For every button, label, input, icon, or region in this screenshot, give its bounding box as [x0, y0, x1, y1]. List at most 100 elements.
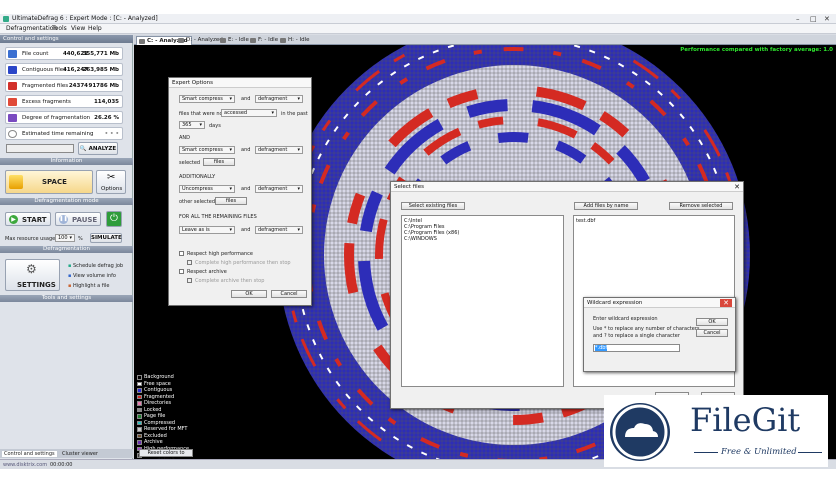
expert-options-dialog: Expert Options Smart compress and defrag…: [168, 77, 312, 306]
days-input[interactable]: 365: [179, 121, 205, 129]
simulate-button[interactable]: SIMULATE: [90, 233, 122, 243]
wildcard-input[interactable]: *.dbf: [593, 344, 680, 352]
highlight-link[interactable]: ▪ Highlight a file: [68, 283, 109, 289]
cloud-logo: [610, 403, 670, 461]
respect-hp-checkbox[interactable]: [179, 251, 184, 256]
maximize-icon[interactable]: □: [810, 15, 817, 23]
drive-icon: [250, 38, 256, 43]
options-label: Options: [101, 186, 123, 192]
list-item[interactable]: test.dbf: [574, 218, 734, 224]
schedule-link[interactable]: ▪ Schedule defrag job: [68, 263, 123, 269]
tab-cluster-viewer[interactable]: Cluster viewer: [62, 451, 98, 457]
accessed-select[interactable]: accessed: [221, 109, 277, 117]
select-existing-button[interactable]: Select existing files: [401, 202, 465, 210]
complete-hp-checkbox[interactable]: [187, 260, 192, 265]
stat-degree: Degree of fragmentation 26.26 %: [5, 111, 123, 124]
and-label: and: [241, 147, 251, 153]
close-icon[interactable]: ✕: [720, 299, 732, 307]
and-label: and: [241, 227, 251, 233]
defrag-select-2[interactable]: defragment: [255, 146, 303, 154]
power-button[interactable]: ⏻: [106, 211, 122, 227]
percent-label: %: [78, 236, 83, 242]
volume-info-link[interactable]: ▪ View volume info: [68, 273, 116, 279]
watermark-tagline: Free & Unlimited: [721, 447, 797, 457]
respect-archive-label: Respect archive: [187, 269, 227, 275]
status-link[interactable]: www.disktrix.com: [3, 462, 47, 468]
select-files-dialog: Select files ✕ Select existing files Add …: [390, 181, 744, 409]
options-button[interactable]: ✂ Options: [96, 170, 126, 194]
stat-size: 91786 Mb: [88, 83, 119, 89]
action-select-1[interactable]: Smart compress: [179, 95, 235, 103]
search-icon: 🔍: [79, 146, 87, 152]
fragmented-icon: [8, 82, 17, 90]
max-resource-label: Max resource usage:: [5, 236, 57, 242]
existing-files-list[interactable]: C:\Intel C:\Program Files C:\Program Fil…: [401, 215, 564, 387]
mode-footer: Defragmentation mode: [0, 198, 133, 205]
stat-label: File count: [22, 51, 49, 57]
schedule-label: Schedule defrag job: [72, 263, 124, 269]
defrag-select-4[interactable]: defragment: [255, 226, 303, 234]
expert-cancel-button[interactable]: Cancel: [271, 290, 307, 298]
complete-archive-label: Complete archive then stop: [195, 278, 265, 284]
defrag-select-1[interactable]: defragment: [255, 95, 303, 103]
action-select-3[interactable]: Uncompress: [179, 185, 235, 193]
wildcard-value: *.dbf: [595, 345, 608, 351]
settings-label: SETTINGS: [17, 281, 56, 289]
action-select-2[interactable]: Smart compress: [179, 146, 235, 154]
wildcard-cancel-button[interactable]: Cancel: [696, 329, 728, 337]
respect-hp-label: Respect high performance: [187, 251, 253, 257]
close-icon[interactable]: ✕: [824, 15, 830, 23]
file-count-icon: [8, 50, 17, 58]
list-item[interactable]: C:\WINDOWS: [402, 236, 563, 242]
tab-label: E: - Idle: [228, 37, 249, 43]
selected-files-button[interactable]: files: [203, 158, 235, 166]
tab-control-settings[interactable]: Control and settings: [2, 451, 57, 457]
window-title: UltimateDefrag 6 : Expert Mode : [C: - A…: [12, 15, 158, 22]
respect-archive-checkbox[interactable]: [179, 269, 184, 274]
stat-estimated: Estimated time remaining • • •: [5, 127, 123, 140]
start-button[interactable]: ▶ START: [5, 212, 51, 226]
menu-help[interactable]: Help: [88, 25, 102, 32]
stat-value: 26.26 %: [94, 115, 119, 121]
menu-defragmentation[interactable]: Defragmentation: [6, 25, 57, 32]
action-select-4[interactable]: Leave as is: [179, 226, 235, 234]
space-mode-button[interactable]: SPACE: [5, 170, 93, 194]
remove-selected-button[interactable]: Remove selected: [669, 202, 733, 210]
gear-icon: ⚙: [26, 262, 37, 276]
complete-archive-checkbox[interactable]: [187, 278, 192, 283]
expert-ok-button[interactable]: OK: [231, 290, 267, 298]
settings-button[interactable]: ⚙ SETTINGS: [5, 259, 60, 291]
tab-drive-f[interactable]: F: - Idle: [248, 36, 281, 45]
pause-icon: ❚❚: [59, 215, 68, 224]
analyze-label: ANALYZE: [88, 146, 117, 152]
analyze-button[interactable]: 🔍 ANALYZE: [78, 142, 118, 155]
information-footer: Information: [0, 158, 133, 165]
title-bar: UltimateDefrag 6 : Expert Mode : [C: - A…: [0, 14, 836, 24]
expert-options-titlebar: Expert Options: [169, 78, 311, 88]
add-by-name-button[interactable]: Add files by name: [574, 202, 638, 210]
remaining-heading: FOR ALL THE REMAINING FILES: [179, 214, 257, 220]
stat-label: Estimated time remaining: [22, 131, 94, 137]
calendar-icon: ▪: [68, 263, 72, 269]
minimize-icon[interactable]: –: [796, 15, 800, 23]
days-label: days: [209, 123, 221, 129]
and-heading: AND: [179, 135, 191, 141]
close-icon[interactable]: ✕: [734, 183, 740, 191]
tab-drive-h[interactable]: H: - Idle: [278, 36, 313, 45]
complete-hp-label: Complete high performance then stop: [195, 260, 291, 266]
other-files-button[interactable]: files: [215, 197, 247, 205]
pause-button[interactable]: ❚❚ PAUSE: [55, 212, 101, 226]
defrag-select-3[interactable]: defragment: [255, 185, 303, 193]
stat-value: 24374: [68, 83, 88, 89]
menu-tools[interactable]: Tools: [52, 25, 67, 32]
tab-drive-e[interactable]: E: - Idle: [218, 36, 252, 45]
control-header: Control and settings: [0, 35, 133, 43]
files-not-label: files that were not: [179, 111, 225, 117]
menu-view[interactable]: View: [71, 25, 85, 32]
max-resource-select[interactable]: 100: [55, 234, 75, 242]
wildcard-ok-button[interactable]: OK: [696, 318, 728, 326]
reset-colors-button[interactable]: Reset colors to default: [139, 449, 193, 463]
stat-label: Contiguous files: [22, 67, 67, 73]
degree-icon: [8, 114, 17, 122]
excess-icon: [8, 98, 17, 106]
